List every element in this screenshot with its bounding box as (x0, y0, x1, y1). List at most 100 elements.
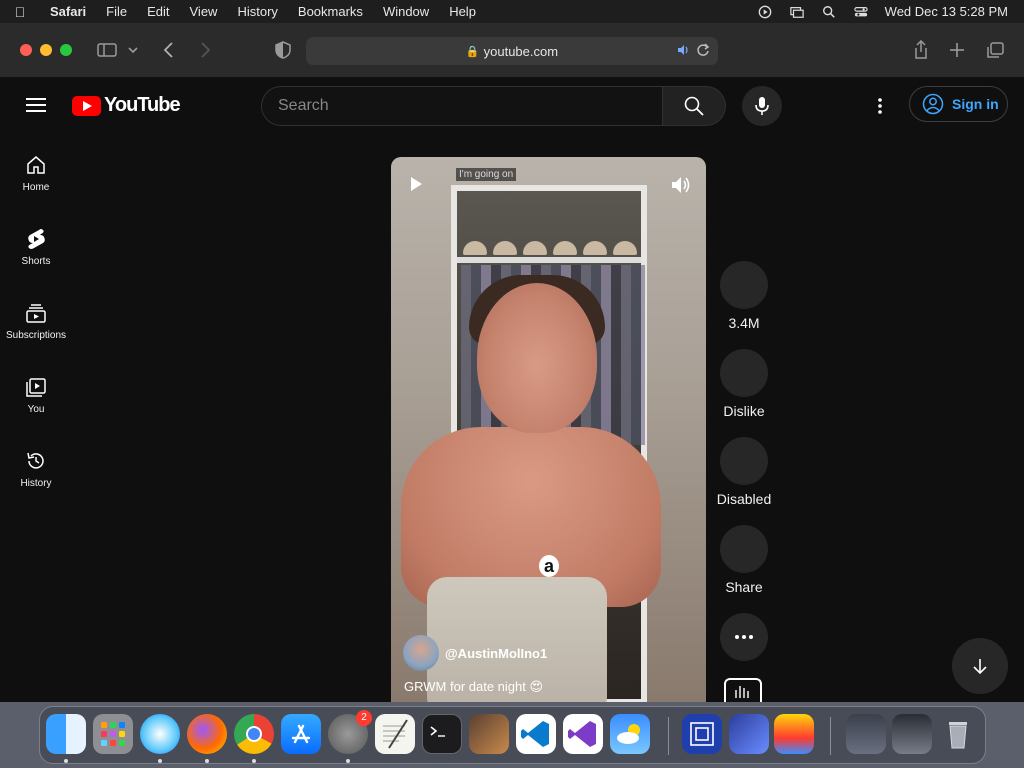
reload-icon[interactable] (696, 42, 710, 58)
menu-edit[interactable]: Edit (137, 4, 179, 19)
screen-mirroring-icon[interactable] (789, 5, 805, 19)
account-circle-icon (922, 93, 944, 115)
address-bar[interactable]: 🔒 youtube.com (306, 37, 718, 65)
voice-search-button[interactable] (742, 86, 782, 126)
apple-icon[interactable]:  (0, 4, 40, 20)
share-icon[interactable] (910, 40, 932, 60)
tab-overview-icon[interactable] (984, 40, 1006, 60)
share-button[interactable]: Share (712, 525, 776, 613)
you-icon (26, 378, 46, 397)
safari-toolbar: 🔒 youtube.com (0, 23, 1024, 78)
menu-app-name[interactable]: Safari (40, 4, 96, 19)
terminal-icon[interactable] (422, 714, 462, 754)
nav-item-home[interactable]: Home (0, 134, 72, 208)
lock-icon: 🔒 (465, 45, 480, 58)
textedit-icon[interactable] (375, 714, 415, 754)
privacy-shield-icon[interactable] (272, 40, 294, 60)
sidebar-toggle-icon[interactable] (96, 40, 118, 60)
comments-label: Disabled (716, 491, 772, 507)
like-icon (720, 261, 768, 309)
menu-view[interactable]: View (180, 4, 228, 19)
comments-button[interactable]: Disabled (712, 437, 776, 525)
guide-menu-icon[interactable] (26, 98, 46, 112)
screen-sharing-icon[interactable] (682, 714, 722, 754)
settings-more-button[interactable] (870, 96, 890, 116)
sign-in-button[interactable]: Sign in (909, 86, 1008, 122)
search-button[interactable] (663, 86, 726, 126)
crystal-app-icon[interactable] (729, 714, 769, 754)
game-character-icon[interactable] (774, 714, 814, 754)
menu-history[interactable]: History (227, 4, 287, 19)
tab-group-chevron-icon[interactable] (126, 40, 140, 60)
nav-label-you: You (27, 404, 45, 415)
share-label: Share (725, 579, 763, 595)
tab-audio-icon[interactable] (676, 43, 690, 57)
dislike-button[interactable]: Dislike (712, 349, 776, 437)
spotlight-search-icon[interactable] (821, 5, 837, 19)
macos-dock: 2 (39, 706, 986, 764)
firefox-running-dot (205, 759, 209, 763)
menubar-clock[interactable]: Wed Dec 13 5:28 PM (885, 4, 1008, 19)
visual-studio-icon[interactable] (563, 714, 603, 754)
now-playing-icon[interactable] (757, 5, 773, 19)
youtube-play-logo-icon (72, 95, 101, 116)
channel-handle[interactable]: @AustinMolIno1 (445, 646, 547, 661)
like-button[interactable]: 3.4M (712, 261, 776, 349)
garageband-guitar-icon[interactable] (469, 714, 509, 754)
dock-separator (668, 717, 669, 755)
trash-icon[interactable] (938, 714, 978, 754)
window-minimize-button[interactable] (40, 44, 52, 56)
vscode-icon[interactable] (516, 714, 556, 754)
app-store-icon[interactable] (281, 714, 321, 754)
menu-file[interactable]: File (96, 4, 137, 19)
shorts-video-player[interactable]: a I'm going on @AustinMolIno1 GRWM for d… (391, 157, 706, 702)
nav-label-shorts: Shorts (21, 256, 51, 267)
menu-help[interactable]: Help (439, 4, 486, 19)
youtube-logo[interactable]: YouTube (72, 94, 181, 117)
new-tab-plus-icon[interactable] (946, 40, 968, 60)
menu-window[interactable]: Window (373, 4, 439, 19)
search-input[interactable] (261, 86, 663, 126)
volume-icon[interactable] (670, 175, 692, 195)
youtube-header: YouTube Sign in (0, 78, 1024, 134)
video-frame-shelf (457, 257, 641, 263)
launchpad-icon[interactable] (93, 714, 133, 754)
safari-compass-icon[interactable] (140, 714, 180, 754)
audio-waveform-icon (735, 686, 749, 698)
nav-item-shorts[interactable]: Shorts (0, 208, 72, 282)
chrome-icon[interactable] (234, 714, 274, 754)
nav-item-history[interactable]: History (0, 430, 72, 504)
control-center-icon[interactable] (853, 5, 869, 19)
finder-icon[interactable] (46, 714, 86, 754)
firefox-icon[interactable] (187, 714, 227, 754)
forward-chevron-icon[interactable] (194, 40, 216, 60)
channel-info[interactable]: @AustinMolIno1 (403, 635, 547, 671)
sound-remix-thumbnail[interactable] (724, 678, 762, 704)
search-box (261, 86, 726, 126)
menu-bookmarks[interactable]: Bookmarks (288, 4, 373, 19)
like-count: 3.4M (728, 315, 760, 331)
next-short-button[interactable] (952, 638, 1008, 694)
shorts-icon (28, 229, 45, 249)
nav-label-home: Home (22, 182, 50, 193)
nav-item-subscriptions[interactable]: Subscriptions (0, 282, 72, 356)
nav-item-you[interactable]: You (0, 356, 72, 430)
downloads-stack-icon[interactable] (846, 714, 886, 754)
horizontal-dots-icon (720, 613, 768, 661)
dislike-icon (720, 349, 768, 397)
comments-icon (720, 437, 768, 485)
nav-label-subscriptions: Subscriptions (5, 330, 67, 341)
play-icon[interactable] (411, 177, 422, 191)
window-close-button[interactable] (20, 44, 32, 56)
youtube-wordmark: YouTube (104, 94, 181, 116)
back-chevron-icon[interactable] (158, 40, 180, 60)
window-zoom-button[interactable] (60, 44, 72, 56)
subscriptions-icon (26, 304, 46, 323)
channel-avatar[interactable] (403, 635, 439, 671)
weather-icon[interactable] (610, 714, 650, 754)
settings-notification-badge: 2 (356, 710, 372, 726)
home-icon (27, 156, 45, 174)
video-title[interactable]: GRWM for date night 😍 (404, 679, 543, 695)
recent-windows-icon[interactable] (892, 714, 932, 754)
dock-separator-2 (830, 717, 831, 755)
